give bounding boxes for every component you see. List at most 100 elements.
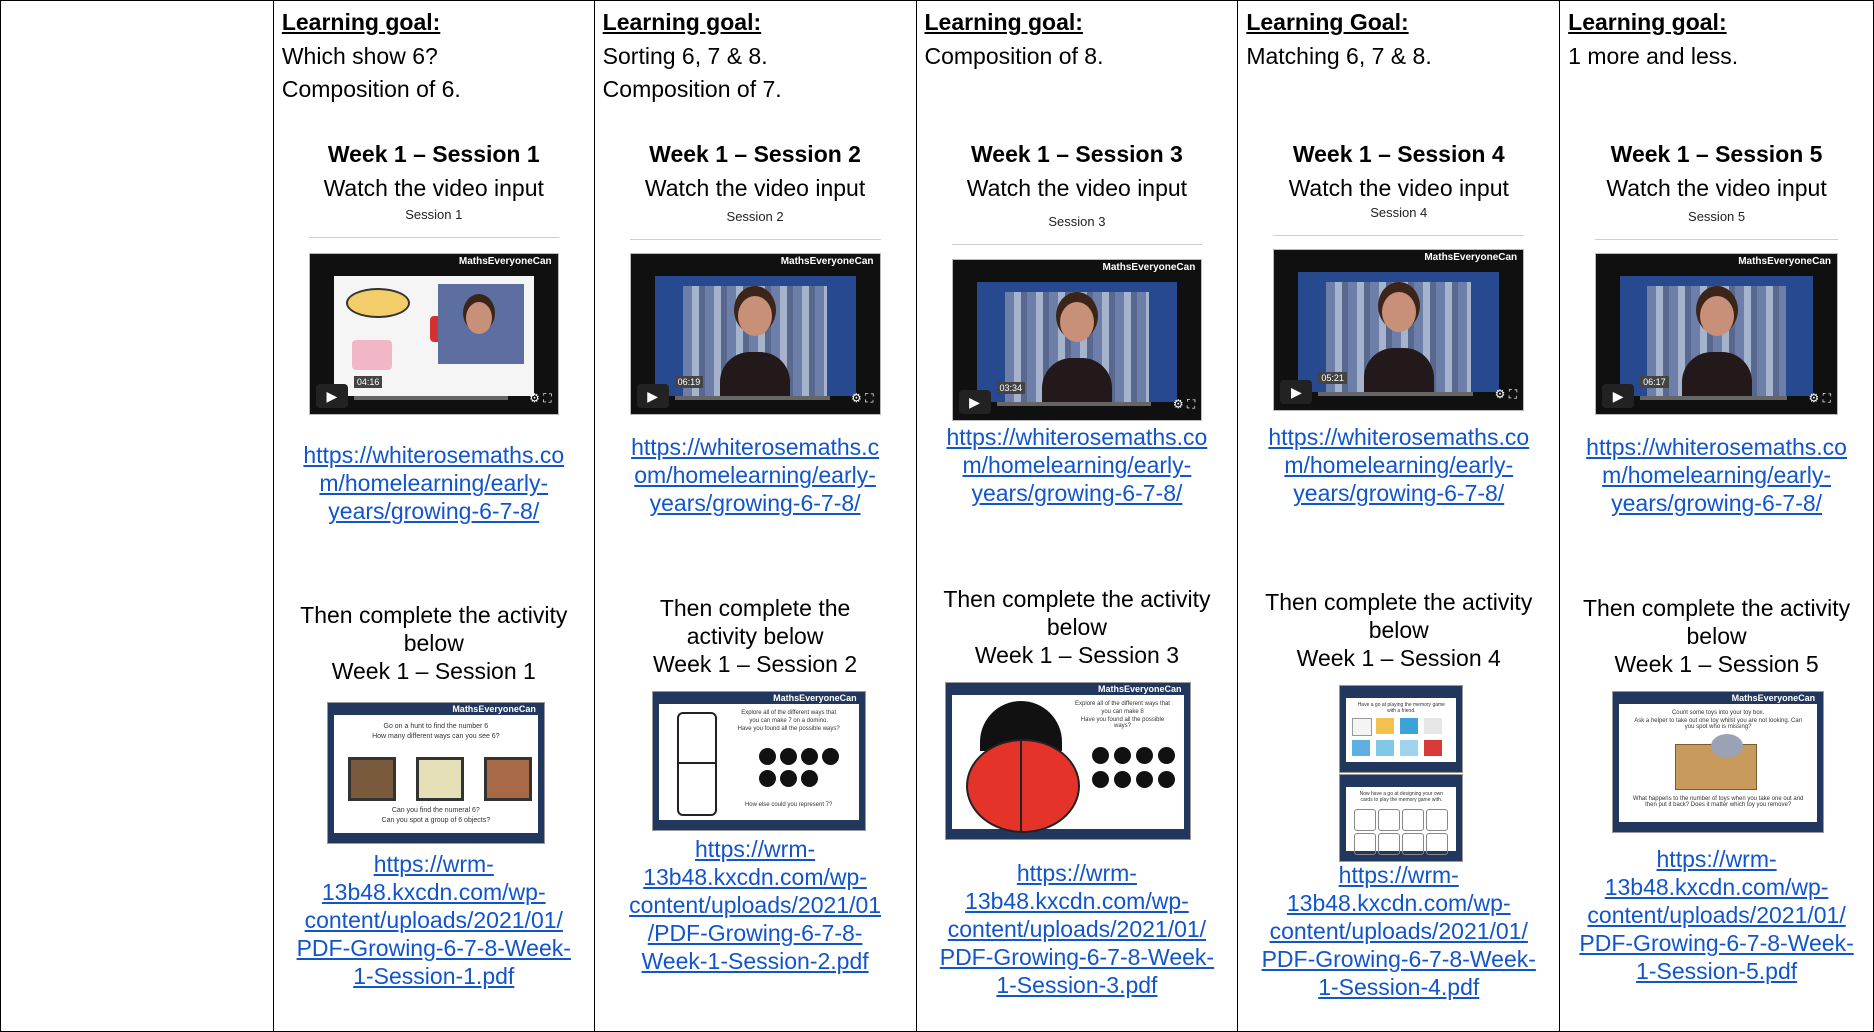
activity-text: How else could you represent 7?	[744, 802, 833, 808]
video-progress-bar[interactable]	[353, 396, 508, 400]
video-progress-bar[interactable]	[1640, 396, 1787, 400]
video-player-session-5[interactable]: MathsEveryoneCan ▶ 06:17 ⚙ ⛶	[1595, 253, 1838, 415]
play-icon[interactable]: ▶	[1602, 384, 1635, 408]
play-icon[interactable]: ▶	[1280, 380, 1313, 404]
session-title: Week 1 – Session 3	[971, 141, 1183, 167]
pdf-link[interactable]: https://wrm- 13b48.kxcdn.com/wp-content/u…	[921, 859, 1234, 999]
goal-line: Which show 6?	[281, 43, 438, 69]
session-5-cell: Learning goal: 1 more and less. Week 1 –…	[1559, 0, 1874, 1032]
learning-goal-label: Learning goal:	[924, 9, 1083, 35]
goal-line: Composition of 7.	[602, 76, 782, 102]
video-link[interactable]: https://whiterosemaths.com/homelearning/…	[599, 433, 912, 517]
learning-goal-label: Learning goal:	[281, 9, 441, 35]
activity-thumbnail-session-4-b[interactable]: Now have a go at designing your own card…	[1339, 774, 1464, 862]
activity-thumbnail-session-2[interactable]: MathsEveryoneCan Explore all of the diff…	[651, 691, 866, 831]
video-link[interactable]: https://whiterosemaths.com/homelearning/…	[1564, 433, 1869, 517]
watch-instruction: Watch the video input	[1606, 175, 1827, 201]
session-title: Week 1 – Session 4	[1292, 141, 1505, 167]
session-4-cell: Learning Goal: Matching 6, 7 & 8. Week 1…	[1237, 0, 1561, 1032]
settings-icon[interactable]: ⚙ ⛶	[1809, 391, 1832, 406]
video-time: 03:34	[996, 382, 1026, 394]
activity-instruction: Then complete the activity below Week 1 – …	[943, 586, 1211, 668]
activity-brand: MathsEveryoneCan	[773, 693, 857, 703]
settings-icon[interactable]: ⚙ ⛶	[1495, 387, 1518, 402]
activity-thumbnail-session-4-a[interactable]: Have a go at playing the memory game wit…	[1339, 685, 1464, 773]
goal-line: Composition of 8.	[924, 43, 1104, 69]
divider	[308, 237, 559, 238]
weekly-plan-table: Learning goal: Which show 6? Composition…	[0, 0, 1874, 1032]
video-time: 05:21	[1318, 372, 1347, 384]
activity-text: Can you find the numeral 6?	[391, 807, 480, 814]
video-caption: Session 1	[405, 207, 463, 222]
video-progress-bar[interactable]	[996, 402, 1152, 406]
activity-text: Can you spot a group of 6 objects?	[381, 817, 491, 824]
pdf-link[interactable]: https://wrm- 13b48.kxcdn.com/wp-content/u…	[599, 835, 912, 975]
activity-text: you can make 8	[1101, 709, 1144, 715]
photo	[415, 757, 464, 801]
video-brand: MathsEveryoneCan	[1738, 256, 1831, 267]
learning-goal-label: Learning Goal:	[1246, 9, 1409, 35]
goal-line: Sorting 6, 7 & 8.	[602, 43, 768, 69]
activity-text: How many different ways can you see 6?	[372, 733, 500, 740]
video-player-session-4[interactable]: MathsEveryoneCan ▶ 05:21 ⚙ ⛶	[1273, 249, 1525, 411]
video-caption: Session 2	[726, 209, 784, 224]
video-time: 06:17	[1640, 376, 1669, 388]
video-link[interactable]: https://whiterosemaths.com/homelearning/…	[1242, 423, 1555, 507]
session-title: Week 1 – Session 2	[649, 141, 861, 167]
activity-text: Explore all of the different ways that	[1075, 701, 1170, 707]
activity-text: Have a go at playing the memory game wit…	[1357, 702, 1445, 714]
video-caption: Session 4	[1370, 205, 1428, 220]
activity-thumbnail-session-5[interactable]: MathsEveryoneCan Count some toys into yo…	[1612, 691, 1825, 833]
play-icon[interactable]: ▶	[636, 384, 669, 408]
domino-icon	[676, 712, 717, 816]
video-link[interactable]: https://whiterosemaths.com/homelearning/…	[278, 441, 590, 525]
watch-instruction: Watch the video input	[1288, 175, 1509, 201]
pdf-link[interactable]: https://wrm- 13b48.kxcdn.com/wp-content/u…	[278, 850, 590, 990]
activity-brand: MathsEveryoneCan	[1731, 693, 1816, 703]
settings-icon[interactable]: ⚙ ⛶	[529, 391, 552, 406]
settings-icon[interactable]: ⚙ ⛶	[851, 391, 874, 406]
session-title: Week 1 – Session 5	[1610, 141, 1823, 167]
video-time: 06:19	[674, 376, 704, 388]
watch-instruction: Watch the video input	[323, 175, 544, 201]
video-player-session-3[interactable]: MathsEveryoneCan ▶ 03:34 ⚙ ⛶	[951, 259, 1203, 421]
activity-instruction: Then complete the activity below Week 1 – …	[653, 595, 858, 677]
activity-thumbnail-session-3[interactable]: MathsEveryoneCan Explore all of the diff…	[944, 682, 1191, 840]
video-player-session-2[interactable]: MathsEveryoneCan ▶ 06:19 ⚙ ⛶	[629, 253, 881, 415]
video-time: 04:16	[353, 376, 383, 388]
activity-instruction: Then complete the activity below Week 1 – …	[300, 602, 568, 684]
activity-text: Have you found all the possible ways?	[1080, 717, 1165, 729]
divider	[629, 239, 881, 240]
video-caption: Session 3	[1048, 214, 1106, 229]
play-icon[interactable]: ▶	[315, 384, 348, 408]
session-1-cell: Learning goal: Which show 6? Composition…	[272, 0, 595, 1032]
goal-line: Matching 6, 7 & 8.	[1246, 43, 1432, 69]
goal-line: 1 more and less.	[1568, 43, 1739, 69]
activity-thumbnail-session-1[interactable]: MathsEveryoneCan Go on a hunt to find th…	[326, 702, 545, 844]
activity-text: Have you found all the possible ways?	[737, 726, 840, 732]
video-player-session-1[interactable]: MathsEveryoneCan ▶ 04:16 ⚙ ⛶	[308, 253, 559, 415]
video-progress-bar[interactable]	[674, 396, 830, 400]
activity-text: Count some toys into your toy box.	[1671, 710, 1765, 716]
activity-brand: MathsEveryoneCan	[452, 704, 536, 714]
watch-instruction: Watch the video input	[966, 175, 1188, 201]
session-3-cell: Learning goal: Composition of 8. Week 1 …	[915, 0, 1239, 1032]
photo	[347, 757, 396, 801]
video-progress-bar[interactable]	[1318, 392, 1474, 396]
activity-instruction: Then complete the activity below Week 1 – …	[1265, 589, 1533, 671]
pdf-link[interactable]: https://wrm- 13b48.kxcdn.com/wp-content/u…	[1242, 861, 1555, 1001]
learning-goal-label: Learning goal:	[1568, 9, 1727, 35]
session-title: Week 1 – Session 1	[327, 141, 540, 167]
video-caption: Session 5	[1688, 209, 1746, 224]
activity-text: What happens to the number of toys when …	[1632, 796, 1804, 808]
activity-brand: MathsEveryoneCan	[1097, 684, 1182, 694]
video-link[interactable]: https://whiterosemaths.com/homelearning/…	[921, 423, 1234, 507]
pdf-link[interactable]: https://wrm- 13b48.kxcdn.com/wp-content/u…	[1564, 845, 1869, 985]
goal-line: Composition of 6.	[281, 76, 461, 102]
play-icon[interactable]: ▶	[958, 390, 991, 414]
video-brand: MathsEveryoneCan	[1102, 262, 1196, 273]
settings-icon[interactable]: ⚙ ⛶	[1173, 397, 1196, 412]
watch-instruction: Watch the video input	[644, 175, 866, 201]
video-brand: MathsEveryoneCan	[1424, 252, 1518, 263]
video-brand: MathsEveryoneCan	[458, 256, 552, 267]
